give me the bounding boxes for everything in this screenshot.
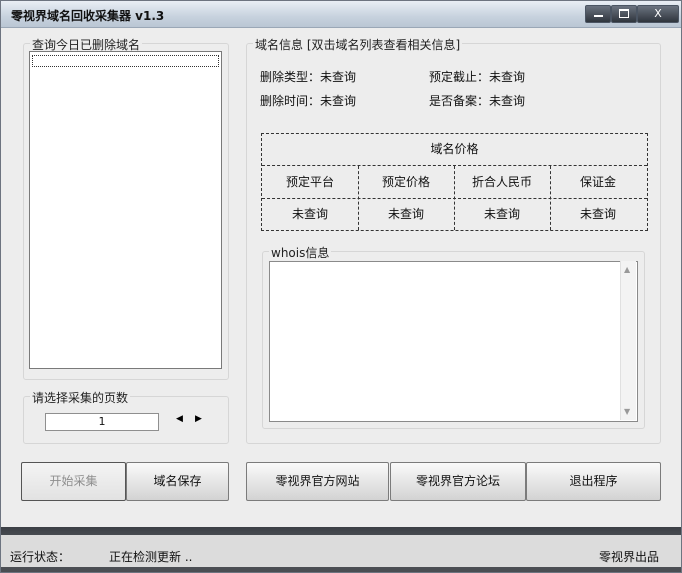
whois-legend: whois信息 — [269, 244, 332, 261]
scroll-up-icon[interactable]: ▲ — [624, 265, 630, 274]
minimize-icon — [593, 15, 603, 17]
delete-type-text: 删除类型：未查询 — [260, 70, 357, 84]
spin-left-icon[interactable]: ◀ — [176, 414, 183, 424]
maximize-icon — [619, 9, 629, 18]
exit-button[interactable]: 退出程序 — [526, 462, 661, 501]
deleted-domains-list[interactable] — [29, 51, 222, 369]
spin-right-icon[interactable]: ▶ — [195, 414, 202, 424]
whois-textarea[interactable] — [269, 261, 638, 422]
scroll-down-icon[interactable]: ▼ — [624, 407, 630, 416]
save-domain-button[interactable]: 域名保存 — [126, 462, 229, 501]
price-value-rmb: 未查询 — [483, 207, 520, 221]
price-value-price: 未查询 — [387, 207, 424, 221]
list-focus-row[interactable] — [32, 55, 219, 67]
whois-scrollbar[interactable]: ▲ ▼ — [620, 261, 636, 420]
price-value-deposit: 未查询 — [579, 207, 616, 221]
app-window: 零视界域名回收采集器 v1.3 X 查询今日已删除域名 请选择采集的页数 1 ◀… — [0, 0, 682, 573]
price-header-deposit: 保证金 — [579, 175, 616, 189]
pages-legend: 请选择采集的页数 — [30, 389, 131, 406]
minimize-button[interactable] — [585, 5, 611, 23]
maximize-button[interactable] — [611, 5, 637, 23]
close-button[interactable]: X — [637, 5, 679, 23]
delete-time-text: 删除时间：未查询 — [260, 94, 357, 108]
price-table-title: 域名价格 — [262, 134, 647, 166]
credit-text: 零视界出品 — [599, 550, 660, 564]
official-forum-button[interactable]: 零视界官方论坛 — [390, 462, 526, 501]
filing-status-text: 是否备案：未查询 — [429, 94, 526, 108]
pages-input[interactable]: 1 — [45, 413, 159, 431]
status-bar: 运行状态： 正在检测更新 .. 零视界出品 — [1, 527, 681, 572]
status-bar-inner: 运行状态： 正在检测更新 .. 零视界出品 — [1, 535, 681, 567]
price-header-price: 预定价格 — [381, 175, 430, 189]
title-bar[interactable]: 零视界域名回收采集器 v1.3 X — [1, 1, 681, 28]
start-collect-button[interactable]: 开始采集 — [21, 462, 126, 501]
reserve-deadline-text: 预定截止：未查询 — [429, 70, 526, 84]
price-value-platform: 未查询 — [291, 207, 328, 221]
status-text: 正在检测更新 .. — [109, 550, 193, 564]
price-table: 域名价格 预定平台 预定价格 折合人民币 保证金 未查询 未查询 未查询 未查询 — [261, 133, 648, 231]
price-header-rmb: 折合人民币 — [471, 175, 532, 189]
window-title: 零视界域名回收采集器 v1.3 — [11, 9, 165, 23]
official-website-button[interactable]: 零视界官方网站 — [246, 462, 389, 501]
price-header-platform: 预定平台 — [285, 175, 334, 189]
status-label: 运行状态： — [10, 550, 71, 564]
domain-info-legend: 域名信息 [双击域名列表查看相关信息] — [253, 36, 463, 53]
close-icon: X — [654, 7, 662, 20]
